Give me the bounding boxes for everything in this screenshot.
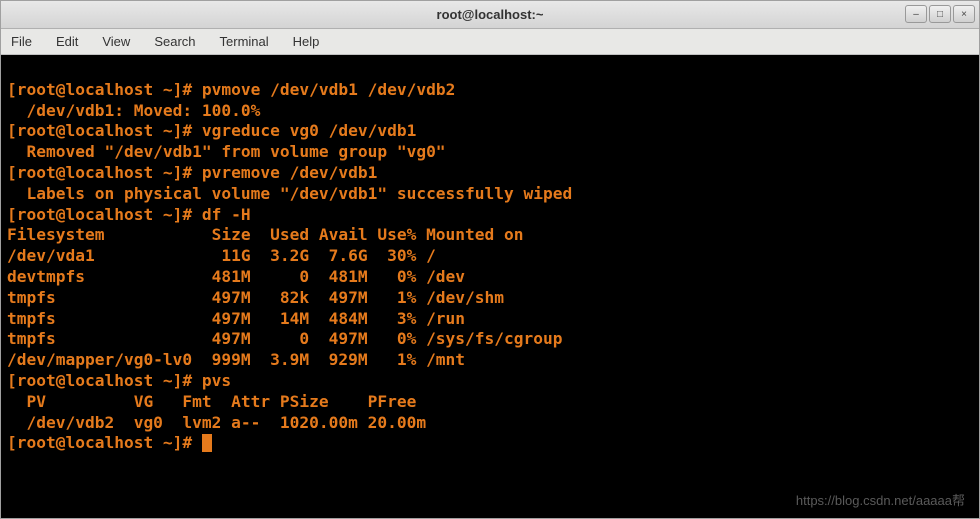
titlebar[interactable]: root@localhost:~ – □ × [1,1,979,29]
command-text: pvs [202,371,231,390]
terminal-window: root@localhost:~ – □ × File Edit View Se… [0,0,980,519]
command-text: df -H [202,205,251,224]
prompt: [root@localhost ~]# [7,163,202,182]
minimize-button[interactable]: – [905,5,927,23]
terminal-output[interactable]: [root@localhost ~]# pvmove /dev/vdb1 /de… [1,55,979,518]
menu-edit[interactable]: Edit [52,32,82,51]
df-row: /dev/mapper/vg0-lv0 999M 3.9M 929M 1% /m… [7,350,465,369]
output-line: Labels on physical volume "/dev/vdb1" su… [7,184,572,203]
pvs-header: PV VG Fmt Attr PSize PFree [7,392,426,411]
menu-view[interactable]: View [98,32,134,51]
menu-help[interactable]: Help [289,32,324,51]
maximize-button[interactable]: □ [929,5,951,23]
output-line: /dev/vdb1: Moved: 100.0% [7,101,260,120]
command-text: pvremove /dev/vdb1 [202,163,377,182]
df-row: /dev/vda1 11G 3.2G 7.6G 30% / [7,246,436,265]
pvs-row: /dev/vdb2 vg0 lvm2 a-- 1020.00m 20.00m [7,413,426,432]
output-line: Removed "/dev/vdb1" from volume group "v… [7,142,446,161]
prompt: [root@localhost ~]# [7,371,202,390]
prompt: [root@localhost ~]# [7,205,202,224]
terminal-cursor [202,434,212,452]
menu-search[interactable]: Search [150,32,199,51]
df-row: devtmpfs 481M 0 481M 0% /dev [7,267,465,286]
df-header: Filesystem Size Used Avail Use% Mounted … [7,225,524,244]
command-text: vgreduce vg0 /dev/vdb1 [202,121,416,140]
df-row: tmpfs 497M 0 497M 0% /sys/fs/cgroup [7,329,563,348]
df-row: tmpfs 497M 14M 484M 3% /run [7,309,465,328]
df-row: tmpfs 497M 82k 497M 1% /dev/shm [7,288,504,307]
menubar: File Edit View Search Terminal Help [1,29,979,55]
watermark-text: https://blog.csdn.net/aaaaa帮 [796,491,965,512]
menu-file[interactable]: File [7,32,36,51]
window-controls: – □ × [905,5,975,23]
menu-terminal[interactable]: Terminal [216,32,273,51]
window-title: root@localhost:~ [437,7,544,22]
prompt: [root@localhost ~]# [7,121,202,140]
close-button[interactable]: × [953,5,975,23]
prompt: [root@localhost ~]# [7,433,202,452]
prompt: [root@localhost ~]# [7,80,202,99]
command-text: pvmove /dev/vdb1 /dev/vdb2 [202,80,455,99]
